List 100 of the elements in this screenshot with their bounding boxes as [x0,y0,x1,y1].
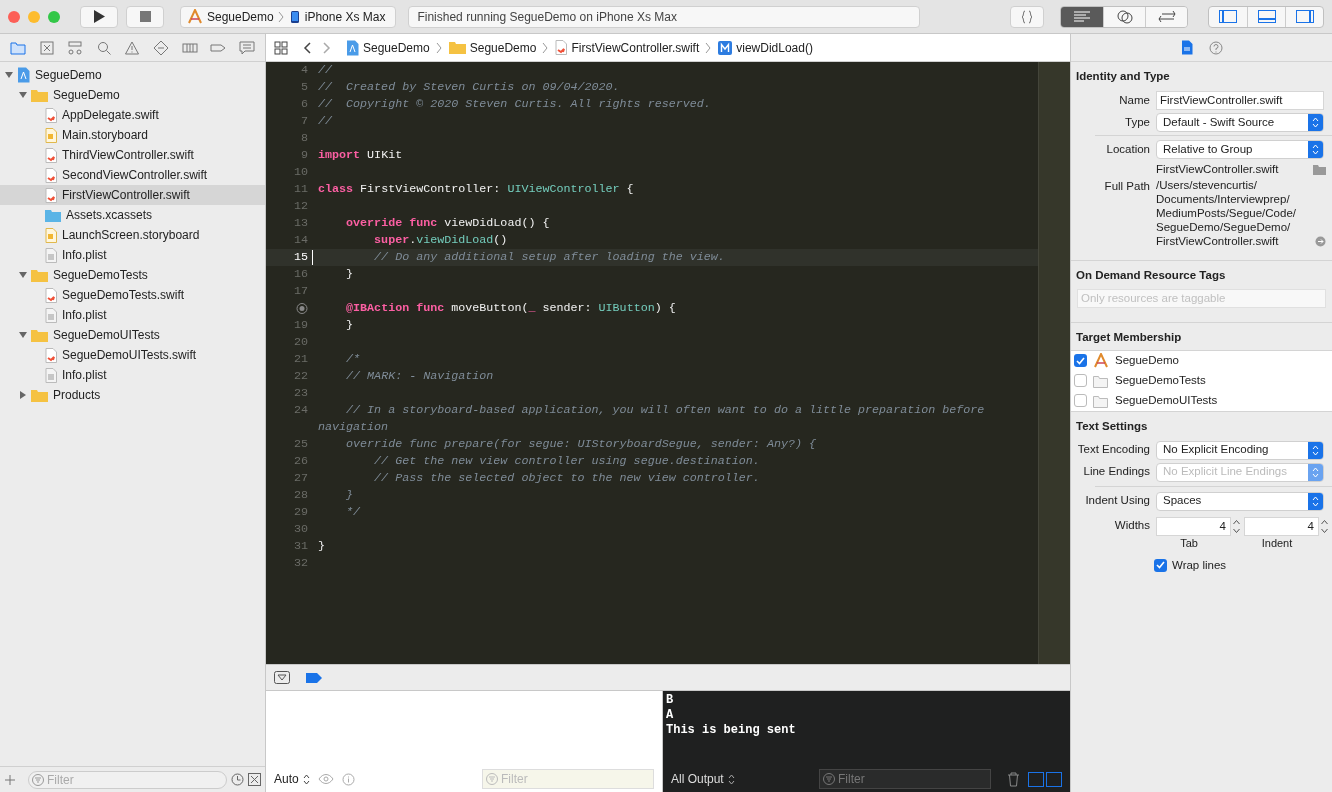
type-popup[interactable]: Default - Swift Source [1156,112,1324,132]
back-icon[interactable] [302,40,314,55]
plist-file-icon [45,247,57,263]
console-filter-field[interactable]: Filter [819,769,991,789]
breadcrumb[interactable]: FirstViewController.swift [555,38,700,57]
stepper-icon [302,773,310,785]
source-control-icon[interactable] [38,39,55,56]
line-number: 21 [293,351,308,368]
quick-look-icon[interactable] [317,773,334,785]
line-number: 7 [301,113,308,130]
scope-selector[interactable]: Auto [274,770,310,788]
folder-icon[interactable] [10,39,27,56]
file-row[interactable]: ThirdViewController.swift [0,145,265,165]
expanded-triangle-icon[interactable] [18,270,28,280]
phone-icon [288,9,301,24]
file-row[interactable]: Assets.xcassets [0,205,265,225]
expanded-triangle-icon[interactable] [18,90,28,100]
related-items-icon[interactable] [274,40,288,55]
swift-file-icon [45,147,57,163]
target-name: SegueDemo [1115,353,1179,369]
file-row[interactable]: Info.plist [0,365,265,385]
file-row[interactable]: Info.plist [0,305,265,325]
stepper-icon[interactable] [1320,518,1329,534]
code-completion-button[interactable] [1010,5,1044,28]
checkbox[interactable] [1074,394,1087,408]
file-row[interactable]: Info.plist [0,245,265,265]
expanded-triangle-icon[interactable] [18,330,28,340]
help-icon[interactable] [1208,40,1223,55]
split-console-icon[interactable] [1028,771,1062,787]
name-field[interactable]: FirstViewController.swift [1156,90,1324,110]
file-row[interactable]: SegueDemoUITests.swift [0,345,265,365]
tab-width-field[interactable]: 4 [1156,516,1231,536]
file-row[interactable]: AppDelegate.swift [0,105,265,125]
line-number: 8 [301,130,308,147]
report-icon[interactable] [238,39,255,56]
forward-icon[interactable] [320,40,332,55]
add-icon[interactable] [4,773,16,786]
breakpoints-toggle-icon[interactable] [306,672,322,683]
file-row[interactable]: Main.storyboard [0,125,265,145]
location-popup[interactable]: Relative to Group [1156,139,1324,159]
file-inspector-icon[interactable] [1180,40,1193,55]
breadcrumb[interactable]: SegueDemo [346,38,430,57]
scm-filter-icon[interactable] [248,773,261,786]
output-selector[interactable]: All Output [671,770,811,788]
expanded-triangle-icon[interactable] [4,70,14,80]
file-row[interactable]: SegueDemoTests.swift [0,285,265,305]
checkbox[interactable] [1154,558,1167,572]
editor-mode-control[interactable] [1060,5,1188,28]
folder-icon [448,41,466,54]
hierarchy-icon[interactable] [67,39,84,56]
folder-icon [31,388,48,402]
indent-width-field[interactable]: 4 [1244,516,1319,536]
hide-debug-area-icon[interactable] [274,671,290,684]
breadcrumb[interactable]: SegueDemo [448,38,537,57]
folder-icon[interactable] [1313,163,1326,175]
line-number: 24 [293,402,308,419]
collapsed-triangle-icon[interactable] [18,390,28,400]
outlet-connection-icon[interactable] [296,300,308,317]
line-number: 5 [301,79,308,96]
version-editor-button[interactable] [1145,6,1187,27]
variables-filter-field[interactable]: Filter [482,769,654,789]
search-icon[interactable] [95,39,112,56]
assets-folder-icon [45,208,61,222]
file-row[interactable]: SecondViewController.swift [0,165,265,185]
filter-icon [32,773,44,786]
reveal-arrow-icon[interactable] [1315,235,1326,247]
line-number: 25 [293,436,308,453]
field-caption: Tab [1179,536,1199,551]
file-row[interactable]: FirstViewController.swift [0,185,265,205]
file-row[interactable]: SegueDemo [0,85,265,105]
standard-editor-button[interactable] [1061,6,1103,27]
file-row[interactable]: Products [0,385,265,405]
file-row[interactable]: SegueDemo [0,65,265,85]
test-diamond-icon[interactable] [153,39,169,56]
code-line: override func viewDidLoad() { [345,215,551,232]
breadcrumb[interactable]: viewDidLoad() [718,38,813,57]
encoding-popup[interactable]: No Explicit Encoding [1156,440,1324,460]
stop-button[interactable] [126,5,164,28]
code-line: */ [345,504,362,521]
indent-popup[interactable]: Spaces [1156,491,1324,511]
path-text: SegueDemo/SegueDemo/ [1156,220,1292,235]
run-button[interactable] [80,5,118,28]
trash-icon[interactable] [1007,771,1020,787]
checkbox-label: Wrap lines [1172,557,1227,573]
panel-toggle-control[interactable] [1208,5,1324,28]
file-row[interactable]: SegueDemoUITests [0,325,265,345]
scheme-selector[interactable]: SegueDemo iPhone Xs Max [180,5,397,28]
recent-clock-icon[interactable] [231,773,244,786]
checkbox[interactable] [1074,354,1087,368]
assistant-editor-button[interactable] [1103,6,1145,27]
file-row[interactable]: SegueDemoTests [0,265,265,285]
warning-icon[interactable] [124,39,141,56]
filter-field[interactable]: Filter [28,770,227,789]
file-row[interactable]: LaunchScreen.storyboard [0,225,265,245]
stepper-icon[interactable] [1232,518,1241,534]
path-text: Documents/Interviewprep/ [1156,192,1291,207]
target-name: SegueDemoTests [1115,373,1206,389]
checkbox[interactable] [1074,374,1087,388]
path-text: /Users/stevencurtis/ [1156,178,1258,193]
line-number: 27 [293,470,308,487]
